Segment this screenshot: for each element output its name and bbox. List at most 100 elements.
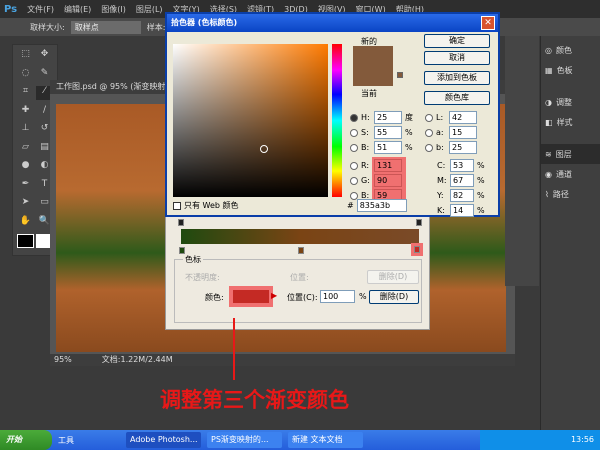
hand-tool-icon[interactable]: ✋: [17, 216, 34, 230]
color-stop-3-selected[interactable]: [411, 243, 423, 256]
color-picker-dialog: 拾色器 (色标颜色) ✕ 新的 当前 确定 取消 添加到色板 颜色库 H: 25 度…: [165, 12, 500, 217]
radio-l[interactable]: [425, 113, 433, 122]
photoshop-logo: Ps: [4, 3, 18, 15]
current-label: 当前: [361, 89, 377, 98]
location-input[interactable]: 100: [320, 290, 355, 303]
l-input[interactable]: 42: [449, 111, 477, 124]
menu-file[interactable]: 文件(F): [27, 4, 54, 15]
gradient-editor-dialog: 色标 不透明度: 位置: 删除(D) 颜色: ▶ 位置(C): 100 % 删除…: [165, 210, 430, 330]
hsb-rgb-fields: H: 25 度 S: 55% B: 51% R: 131 G: 90 B: 59: [350, 110, 413, 205]
color-selector-circle[interactable]: [260, 145, 268, 153]
b-unit: %: [405, 143, 413, 152]
task-folder[interactable]: PS渐变映射的...: [207, 432, 282, 448]
radio-g[interactable]: [350, 176, 358, 185]
gradient-bar[interactable]: [181, 229, 419, 244]
web-safe-swatch-icon[interactable]: [397, 72, 403, 78]
menu-edit[interactable]: 编辑(E): [64, 4, 91, 15]
y-unit: %: [477, 191, 485, 200]
pen-tool-icon[interactable]: ✒: [17, 179, 34, 193]
color-menu-arrow-icon[interactable]: ▶: [271, 291, 277, 300]
stamp-tool-icon[interactable]: ⊥: [17, 123, 34, 137]
radio-r[interactable]: [350, 161, 358, 170]
color-field[interactable]: [173, 44, 328, 197]
tutorial-caption: 调整第三个渐变颜色: [160, 388, 349, 412]
system-tray: 13:56: [480, 430, 600, 450]
panel-styles[interactable]: ◧ 样式: [541, 112, 600, 132]
color-stop-1[interactable]: [179, 247, 185, 254]
stop-color-swatch[interactable]: [229, 286, 273, 307]
h-input[interactable]: 25: [374, 111, 402, 124]
web-only-label: 只有 Web 颜色: [184, 201, 239, 210]
task-photoshop[interactable]: Adobe Photosh...: [126, 432, 201, 448]
deg-unit: 度: [405, 113, 413, 122]
y-input[interactable]: 82: [450, 189, 474, 202]
hex-input[interactable]: 835a3b: [356, 199, 407, 212]
marquee-tool-icon[interactable]: ⬚: [17, 49, 34, 63]
current-color-swatch[interactable]: [353, 81, 393, 86]
sample-size-label: 取样大小:: [30, 22, 65, 32]
m-unit: %: [477, 176, 485, 185]
status-bar: 95% 文档:1.22M/2.44M: [50, 354, 515, 366]
panel-color[interactable]: ◎ 颜色: [541, 40, 600, 60]
clock: 13:56: [570, 435, 594, 444]
delete-opacity-stop-button: 删除(D): [367, 270, 419, 284]
add-to-swatches-button[interactable]: 添加到色板: [424, 71, 490, 85]
opacity-stop-left[interactable]: [178, 219, 184, 226]
new-color-swatch: [353, 46, 393, 81]
b-hsb-input[interactable]: 51: [374, 141, 402, 154]
swatches-icon: ▦: [545, 65, 553, 75]
close-icon[interactable]: ✕: [481, 16, 495, 30]
task-notepad[interactable]: 新建 文本文档: [288, 432, 363, 448]
radio-s[interactable]: [350, 128, 358, 137]
dialog-title: 拾色器 (色标颜色): [167, 14, 498, 32]
opacity-stop-right[interactable]: [416, 219, 422, 226]
start-button[interactable]: 开始: [0, 430, 52, 450]
radio-h[interactable]: [350, 113, 358, 122]
menu-image[interactable]: 图像(I): [101, 4, 126, 15]
cancel-button[interactable]: 取消: [424, 51, 490, 65]
blur-tool-icon[interactable]: ●: [17, 160, 34, 174]
crop-tool-icon[interactable]: ⌗: [17, 86, 34, 100]
radio-a[interactable]: [425, 128, 433, 137]
healing-tool-icon[interactable]: ✚: [17, 105, 34, 119]
panel-channels[interactable]: ◉ 通道: [541, 164, 600, 184]
k-input[interactable]: 14: [450, 204, 474, 217]
eraser-tool-icon[interactable]: ▱: [17, 142, 34, 156]
menu-layer[interactable]: 图层(L): [136, 4, 163, 15]
r-input[interactable]: 131: [374, 159, 402, 172]
path-select-icon[interactable]: ➤: [17, 197, 34, 211]
styles-icon: ◧: [545, 117, 553, 127]
panel-swatches[interactable]: ▦ 色板: [541, 60, 600, 80]
move-tool-icon[interactable]: ✥: [36, 49, 53, 63]
web-only-checkbox[interactable]: [173, 201, 181, 210]
location-pct: %: [359, 292, 367, 301]
panel-layers[interactable]: ≋ 图层: [541, 144, 600, 164]
panel-adjustments[interactable]: ◑ 调整: [541, 92, 600, 112]
lab-b-input[interactable]: 25: [449, 141, 477, 154]
zoom-level[interactable]: 95%: [54, 354, 72, 366]
a-input[interactable]: 15: [449, 126, 477, 139]
sample-size-select[interactable]: 取样点: [70, 20, 141, 34]
lab-cmyk-fields: L: 42 a: 15 b: 25 C: 53% M: 67% Y: 82% K: 14%: [425, 110, 485, 218]
hue-slider[interactable]: [332, 44, 342, 197]
m-input[interactable]: 67: [450, 174, 474, 187]
tools-toolbar[interactable]: 工具: [58, 435, 74, 446]
foreground-color-swatch[interactable]: [17, 234, 34, 249]
k-unit: %: [477, 206, 485, 215]
right-panels: ◎ 颜色 ▦ 色板 ◑ 调整 ◧ 样式 ≋ 图层 ◉ 通道 ⌇ 路径: [540, 36, 600, 430]
color-libraries-button[interactable]: 颜色库: [424, 91, 490, 105]
delete-color-stop-button[interactable]: 删除(D): [369, 290, 419, 304]
opacity-location-label: 位置:: [290, 273, 309, 282]
s-input[interactable]: 55: [374, 126, 402, 139]
c-input[interactable]: 53: [450, 159, 474, 172]
lasso-tool-icon[interactable]: ◌: [17, 68, 34, 82]
stops-group: 色标 不透明度: 位置: 删除(D) 颜色: ▶ 位置(C): 100 % 删除…: [174, 254, 422, 323]
ok-button[interactable]: 确定: [424, 34, 490, 48]
radio-b[interactable]: [350, 143, 358, 152]
radio-lab-b[interactable]: [425, 143, 433, 152]
stops-group-label: 色标: [183, 254, 203, 265]
color-stop-2[interactable]: [298, 247, 304, 254]
document-size: 文档:1.22M/2.44M: [101, 355, 173, 364]
g-input[interactable]: 90: [374, 174, 402, 187]
panel-paths[interactable]: ⌇ 路径: [541, 184, 600, 204]
